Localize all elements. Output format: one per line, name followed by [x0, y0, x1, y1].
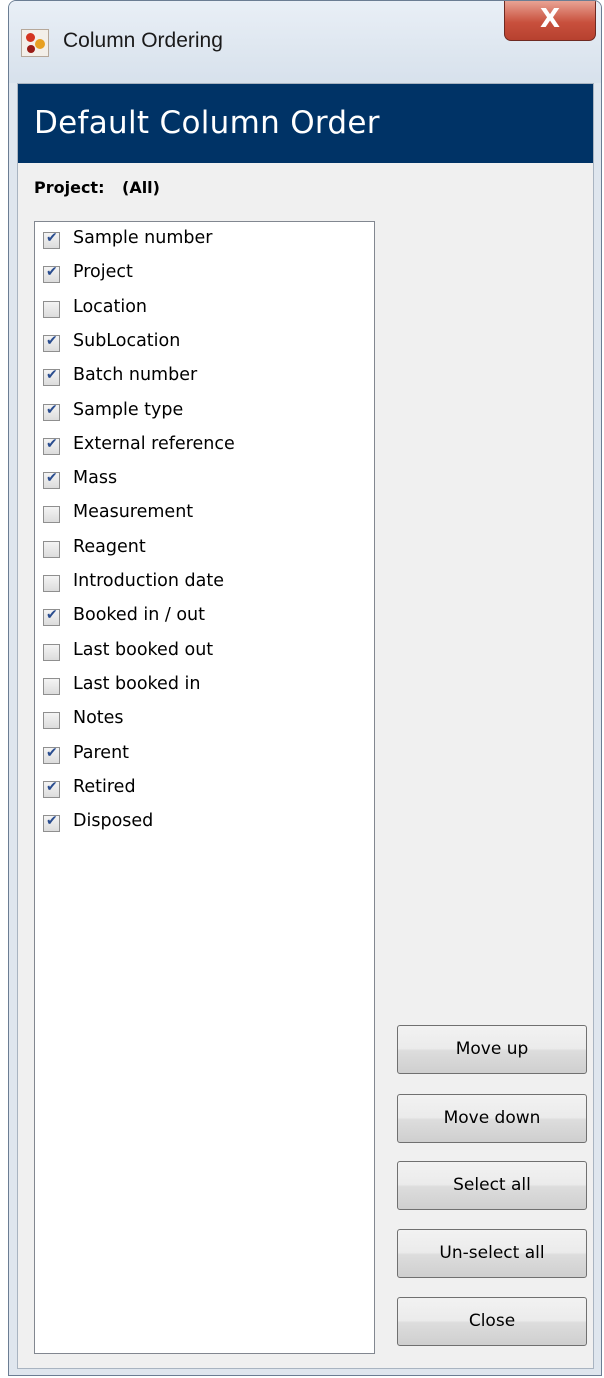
close-icon: X — [539, 4, 561, 34]
list-item[interactable]: Sample type — [43, 397, 363, 427]
column-label: SubLocation — [73, 330, 181, 351]
column-checkbox[interactable] — [43, 643, 60, 661]
list-item[interactable]: Booked in / out — [43, 602, 363, 632]
dialog-client-area: Default Column Order Project: (All) Samp… — [17, 83, 594, 1369]
list-item[interactable]: Measurement — [43, 499, 363, 529]
column-checkbox[interactable] — [43, 779, 60, 798]
column-checkbox[interactable] — [43, 813, 60, 833]
list-item[interactable]: Notes — [43, 705, 363, 735]
column-label: Project — [73, 262, 133, 283]
list-item[interactable]: Parent — [43, 740, 363, 770]
list-item[interactable]: Reagent — [43, 534, 363, 564]
column-checkbox[interactable] — [43, 575, 60, 592]
unselect-all-button[interactable]: Un-select all — [397, 1229, 587, 1278]
column-checkbox[interactable] — [43, 540, 60, 558]
list-item[interactable]: Introduction date — [43, 568, 363, 598]
column-label: Measurement — [73, 502, 194, 523]
project-label: Project: — [34, 178, 105, 197]
column-checkbox[interactable] — [43, 745, 60, 764]
list-item[interactable]: Project — [43, 259, 363, 289]
column-label: Sample type — [73, 399, 184, 420]
column-checkbox[interactable] — [43, 677, 60, 695]
column-checkbox[interactable] — [43, 402, 60, 421]
list-item[interactable]: Mass — [43, 465, 363, 495]
list-item[interactable]: Sample number — [43, 225, 363, 255]
column-checkbox[interactable] — [43, 264, 60, 284]
column-checkbox[interactable] — [43, 470, 60, 490]
column-label: Mass — [73, 468, 118, 489]
column-label: Sample number — [73, 228, 213, 248]
column-checkbox[interactable] — [43, 367, 60, 387]
project-value: (All) — [122, 178, 160, 197]
column-checkbox[interactable] — [43, 436, 60, 455]
dialog-window: Column Ordering X Default Column Order P… — [8, 0, 602, 1376]
page-title: Default Column Order — [18, 84, 593, 163]
close-window-button[interactable]: X — [504, 1, 596, 41]
column-checkbox[interactable] — [43, 506, 60, 524]
column-list[interactable]: Sample number Project Location SubLocation B… — [34, 221, 375, 1354]
column-label: Booked in / out — [73, 605, 206, 626]
column-label: Last booked in — [73, 673, 201, 694]
close-button[interactable]: Close — [397, 1297, 587, 1346]
column-checkbox[interactable] — [43, 712, 60, 730]
list-item[interactable]: SubLocation — [43, 328, 363, 358]
title-bar[interactable]: Column Ordering X — [9, 1, 601, 83]
column-label: Retired — [73, 776, 136, 797]
list-item[interactable]: External reference — [43, 431, 363, 461]
column-label: Disposed — [73, 811, 154, 832]
column-label: Introduction date — [73, 571, 224, 591]
column-checkbox[interactable] — [43, 300, 60, 318]
list-item[interactable]: Retired — [43, 774, 363, 804]
column-checkbox[interactable] — [43, 607, 60, 627]
column-checkbox[interactable] — [43, 333, 60, 352]
list-item[interactable]: Disposed — [43, 808, 363, 838]
move-up-button[interactable]: Move up — [397, 1025, 587, 1074]
column-label: External reference — [73, 433, 235, 454]
list-item[interactable]: Location — [43, 294, 363, 324]
list-item[interactable]: Last booked in — [43, 671, 363, 701]
app-logo-icon — [21, 29, 49, 57]
column-label: Reagent — [73, 536, 146, 557]
column-label: Notes — [73, 708, 124, 729]
list-item[interactable]: Last booked out — [43, 637, 363, 667]
column-checkbox[interactable] — [43, 230, 60, 249]
select-all-button[interactable]: Select all — [397, 1161, 587, 1210]
column-label: Batch number — [73, 365, 198, 386]
column-label: Last booked out — [73, 639, 214, 660]
column-label: Parent — [73, 742, 130, 763]
list-item[interactable]: Batch number — [43, 362, 363, 392]
column-label: Location — [73, 296, 148, 317]
move-down-button[interactable]: Move down — [397, 1094, 587, 1143]
window-title: Column Ordering — [63, 29, 223, 52]
